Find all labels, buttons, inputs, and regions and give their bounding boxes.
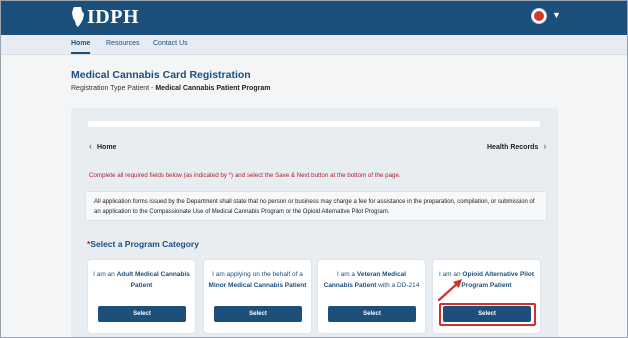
select-minor-button[interactable]: Select: [214, 306, 302, 322]
subtitle-prefix: Registration Type Patient -: [71, 85, 156, 92]
program-category-heading: *Select a Program Category: [87, 239, 199, 249]
breadcrumb-next-label: Health Records: [487, 144, 539, 151]
main-nav: Home Resources Contact Us: [1, 35, 627, 55]
illinois-state-icon: [72, 7, 84, 27]
program-category-title: Select a Program Category: [90, 239, 199, 249]
select-opioid-highlight: [439, 303, 536, 326]
page-subtitle: Registration Type Patient - Medical Cann…: [71, 85, 270, 92]
user-avatar-icon[interactable]: [531, 8, 547, 24]
page-title: Medical Cannabis Card Registration: [71, 69, 251, 81]
annotation-arrow-icon: [437, 279, 462, 302]
breadcrumb-back-label: Home: [97, 144, 117, 151]
idph-logo[interactable]: IDPH: [71, 4, 139, 30]
avatar-badge: [534, 11, 544, 21]
nav-item-contact-us[interactable]: Contact Us: [153, 40, 188, 47]
app-window: IDPH ▼ Home Resources Contact Us Medical…: [0, 0, 628, 338]
option-description: I am a Veteran Medical Cannabis Patient …: [322, 269, 421, 291]
breadcrumb-next[interactable]: Health Records ›: [487, 141, 546, 151]
fee-disclaimer: All application forms issued by the Depa…: [86, 192, 546, 220]
chevron-left-icon: ‹: [89, 141, 92, 151]
nav-item-home[interactable]: Home: [71, 40, 90, 47]
option-text-bold: Minor Medical Cannabis Patient: [208, 282, 307, 289]
option-text-pre: I am a: [336, 271, 357, 278]
chevron-right-icon: ›: [543, 141, 547, 151]
program-option-adult: I am an Adult Medical Cannabis Patient S…: [88, 260, 195, 333]
progress-strip: [88, 121, 540, 127]
option-text-bold: Opioid Alternative Pilot Program Patient: [461, 271, 535, 289]
option-text-post: with a DD-214: [376, 282, 420, 289]
option-description: I am applying on the behalf of a Minor M…: [208, 269, 307, 291]
program-option-minor: I am applying on the behalf of a Minor M…: [204, 260, 311, 333]
nav-active-indicator: [71, 52, 90, 54]
select-adult-button[interactable]: Select: [98, 306, 186, 322]
option-description: I am an Adult Medical Cannabis Patient: [92, 269, 191, 291]
top-header-bar: IDPH ▼: [1, 1, 627, 35]
caret-down-icon[interactable]: ▼: [552, 10, 561, 20]
select-veteran-button[interactable]: Select: [328, 306, 416, 322]
required-fields-note: Complete all required fields below (as i…: [89, 172, 401, 179]
option-text-pre: I am applying on the behalf of a: [212, 271, 303, 278]
option-text-bold: Adult Medical Cannabis Patient: [116, 271, 190, 289]
breadcrumb-back[interactable]: ‹ Home: [89, 141, 116, 151]
logo-text: IDPH: [87, 5, 139, 28]
option-text-pre: I am an: [93, 271, 117, 278]
program-option-veteran: I am a Veteran Medical Cannabis Patient …: [318, 260, 425, 333]
nav-item-resources[interactable]: Resources: [106, 40, 139, 47]
subtitle-program: Medical Cannabis Patient Program: [155, 85, 271, 92]
